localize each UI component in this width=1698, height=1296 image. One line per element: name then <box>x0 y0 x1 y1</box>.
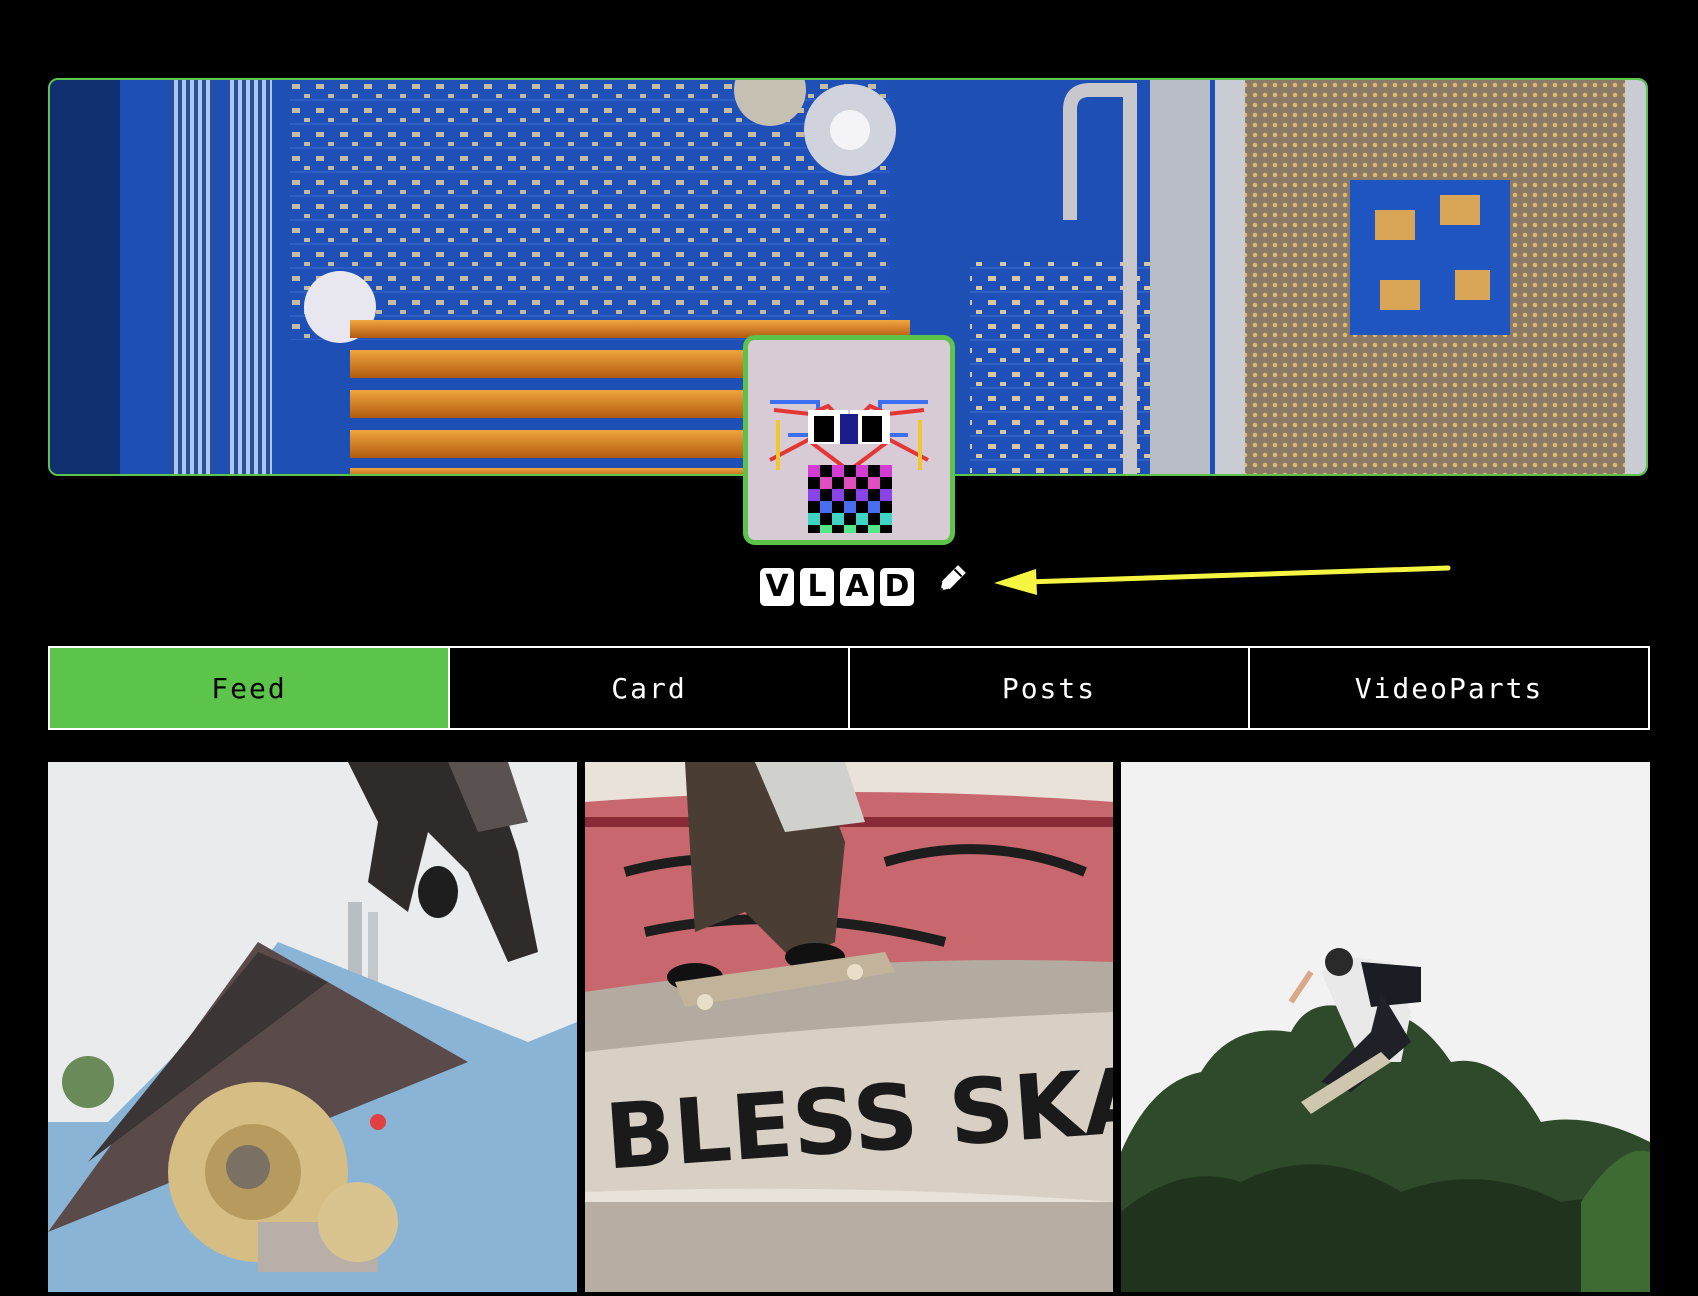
name-letter: V <box>760 568 794 606</box>
annotation-arrow <box>990 555 1460 595</box>
feed-image-graffiti: BLESS SKATE <box>584 762 1114 1292</box>
profile-name: V L A D <box>760 562 968 612</box>
owl-pixel-avatar <box>748 340 950 540</box>
tab-posts[interactable]: Posts <box>850 648 1250 728</box>
feed-image-wheel <box>48 762 577 1292</box>
name-letter: A <box>840 568 874 606</box>
tab-videoparts[interactable]: VideoParts <box>1250 648 1648 728</box>
tab-feed[interactable]: Feed <box>50 648 450 728</box>
feed-grid: BLESS SKATE <box>48 762 1651 1296</box>
profile-avatar[interactable] <box>743 335 955 545</box>
name-letter: D <box>880 568 914 606</box>
tab-card[interactable]: Card <box>450 648 850 728</box>
pencil-icon[interactable] <box>934 563 968 597</box>
feed-item[interactable]: BLESS SKATE <box>584 762 1114 1292</box>
profile-tabs: Feed Card Posts VideoParts <box>48 646 1650 730</box>
feed-item[interactable] <box>1121 762 1651 1292</box>
feed-item[interactable] <box>48 762 577 1292</box>
feed-image-air <box>1121 762 1651 1292</box>
name-letter: L <box>800 568 834 606</box>
